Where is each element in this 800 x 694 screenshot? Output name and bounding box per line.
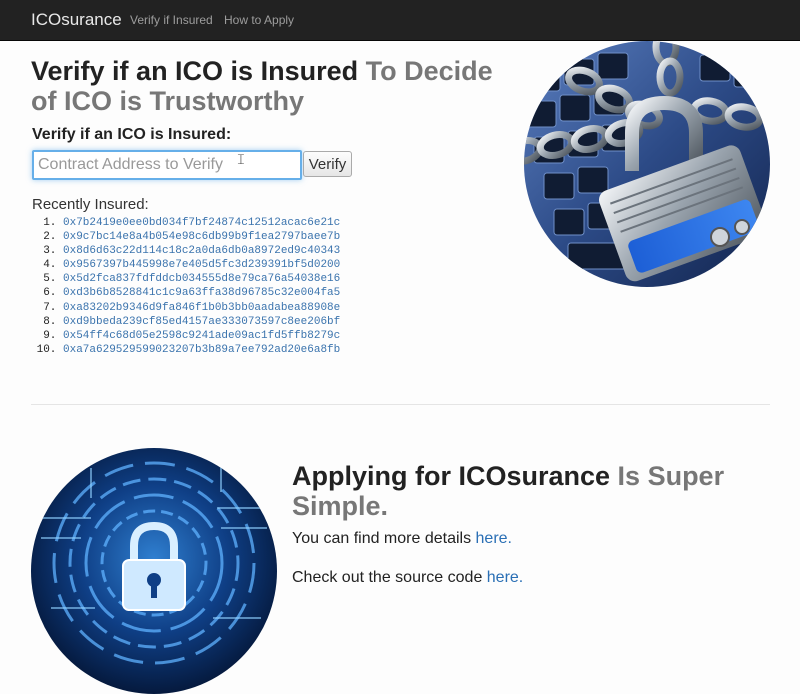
contract-link[interactable]: 0xd9bbeda239cf85ed4157ae333073597c8ee206… <box>63 316 340 328</box>
contract-link[interactable]: 0xa83202b9346d9fa846f1b0b3bb0aadabea8890… <box>63 302 340 314</box>
digital-padlock-image <box>31 448 277 694</box>
nav-verify-if-insured[interactable]: Verify if Insured <box>130 13 213 27</box>
list-item: 0xa7a629529599023207b3b89a7ee792ad20e6a8… <box>63 343 340 357</box>
contract-link[interactable]: 0x7b2419e0ee0bd034f7bf24874c12512acac6e2… <box>63 217 340 229</box>
navbar: ICOsurance Verify if Insured How to Appl… <box>0 0 800 41</box>
hero-title: Verify if an ICO is Insured To Decide of… <box>31 56 501 116</box>
contract-link[interactable]: 0x5d2fca837fdfddcb034555d8e79ca76a54038e… <box>63 273 340 285</box>
source-code-link[interactable]: here. <box>487 569 523 586</box>
source-prefix: Check out the source code <box>292 569 487 586</box>
apply-title-strong: Applying for ICOsurance <box>292 461 611 491</box>
contract-link[interactable]: 0x8d6d63c22d114c18c2a0da6db0a8972ed9c403… <box>63 245 340 257</box>
hero-title-strong: Verify if an ICO is Insured <box>31 56 359 86</box>
brand-link[interactable]: ICOsurance <box>31 10 122 30</box>
verify-button[interactable]: Verify <box>303 151 352 177</box>
contract-link[interactable]: 0x9c7bc14e8a4b054e98c6db99b9f1ea2797baee… <box>63 231 340 243</box>
contract-address-input[interactable] <box>32 150 302 180</box>
recently-insured-label: Recently Insured: <box>32 196 149 213</box>
list-item: 0x9567397b445998e7e405d5fc3d239391bf5d02… <box>63 258 340 272</box>
contract-link[interactable]: 0x9567397b445998e7e405d5fc3d239391bf5d02… <box>63 259 340 271</box>
details-text: You can find more details here. <box>292 530 512 548</box>
section-divider <box>31 404 770 405</box>
apply-title: Applying for ICOsurance Is Super Simple. <box>292 461 762 521</box>
details-link[interactable]: here. <box>476 530 512 547</box>
source-text: Check out the source code here. <box>292 569 523 587</box>
recently-insured-list: 0x7b2419e0ee0bd034f7bf24874c12512acac6e2… <box>30 216 340 357</box>
nav-how-to-apply[interactable]: How to Apply <box>224 13 294 27</box>
details-prefix: You can find more details <box>292 530 476 547</box>
list-item: 0x8d6d63c22d114c18c2a0da6db0a8972ed9c403… <box>63 244 340 258</box>
list-item: 0x7b2419e0ee0bd034f7bf24874c12512acac6e2… <box>63 216 340 230</box>
list-item: 0xa83202b9346d9fa846f1b0b3bb0aadabea8890… <box>63 301 340 315</box>
contract-link[interactable]: 0xd3b6b8528841c1c9a63ffa38d96785c32e004f… <box>63 287 340 299</box>
list-item: 0x5d2fca837fdfddcb034555d8e79ca76a54038e… <box>63 272 340 286</box>
padlock-keyboard-image <box>524 41 770 287</box>
list-item: 0x9c7bc14e8a4b054e98c6db99b9f1ea2797baee… <box>63 230 340 244</box>
list-item: 0x54ff4c68d05e2598c9241ade09ac1fd5ffb827… <box>63 329 340 343</box>
verify-label: Verify if an ICO is Insured: <box>32 126 232 143</box>
contract-link[interactable]: 0x54ff4c68d05e2598c9241ade09ac1fd5ffb827… <box>63 330 340 342</box>
contract-link[interactable]: 0xa7a629529599023207b3b89a7ee792ad20e6a8… <box>63 344 340 356</box>
list-item: 0xd3b6b8528841c1c9a63ffa38d96785c32e004f… <box>63 286 340 300</box>
list-item: 0xd9bbeda239cf85ed4157ae333073597c8ee206… <box>63 315 340 329</box>
text-cursor-icon: 𝙸 <box>236 151 246 167</box>
